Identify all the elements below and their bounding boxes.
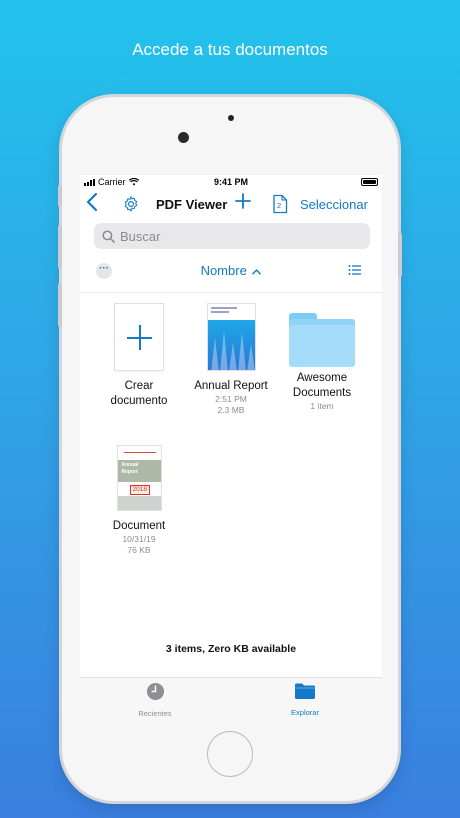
search-icon xyxy=(102,229,115,243)
item-name: Annual Report xyxy=(194,380,268,392)
storage-status: 3 items, Zero KB available xyxy=(165,643,297,655)
battery-icon xyxy=(361,178,378,186)
clock-icon xyxy=(146,682,164,701)
headline: Accede a tus documentos xyxy=(132,40,328,59)
file-item-annual-report[interactable]: Annual Report 2:51 PM 2.3 MB xyxy=(186,303,276,416)
earpiece xyxy=(228,115,234,121)
sort-bar: ··· Nombre xyxy=(80,249,382,293)
tabs-count: 2 xyxy=(277,201,282,210)
item-size: 76 KB xyxy=(127,545,151,555)
status-bar: Carrier 9:41 PM xyxy=(80,175,382,189)
file-grid: Crear documento Annual Report 2:51 PM 2.… xyxy=(80,293,382,653)
pdf-thumbnail: Annual Report 2018 xyxy=(116,445,162,511)
sort-label: Nombre xyxy=(200,263,247,278)
tab-bar: Recientes Explorar xyxy=(80,677,382,719)
mute-switch xyxy=(58,185,62,207)
list-view-icon[interactable] xyxy=(348,263,362,281)
sort-by-name-button[interactable]: Nombre xyxy=(80,263,382,278)
folder-icon xyxy=(295,683,315,699)
power-button xyxy=(398,233,402,277)
item-size: 2.3 MB xyxy=(217,405,245,415)
phone-frame: Carrier 9:41 PM PDF Viewer 2 Seleccionar… xyxy=(58,97,402,801)
app-screen: Carrier 9:41 PM PDF Viewer 2 Seleccionar… xyxy=(80,175,382,719)
item-time: 2:51 PM xyxy=(215,394,247,404)
volume-up-button xyxy=(58,225,62,269)
tab-recientes[interactable]: Recientes xyxy=(105,682,205,718)
search-input[interactable] xyxy=(120,228,360,244)
gear-icon[interactable] xyxy=(122,195,140,218)
item-count: 1 item xyxy=(310,401,334,411)
plus-icon[interactable] xyxy=(235,191,251,213)
create-document-item[interactable]: Crear documento xyxy=(94,303,184,409)
pdf-thumbnail xyxy=(206,303,256,371)
item-date: 10/31/19 xyxy=(122,534,156,544)
file-item-document[interactable]: Annual Report 2018 Document 10/31/19 76 … xyxy=(94,445,184,556)
tab-label: Recientes xyxy=(138,709,172,718)
status-time: 9:41 PM xyxy=(213,177,248,187)
folder-icon xyxy=(289,313,355,367)
create-document-thumbnail xyxy=(114,303,164,371)
front-camera xyxy=(178,132,189,143)
volume-down-button xyxy=(58,283,62,327)
item-name: Crear documento xyxy=(110,380,168,407)
folder-item-awesome-documents[interactable]: Awesome Documents 1 item xyxy=(277,303,367,412)
search-bar[interactable] xyxy=(94,223,370,249)
chevron-left-icon[interactable] xyxy=(86,192,98,216)
nav-bar: PDF Viewer 2 Seleccionar xyxy=(80,189,382,219)
item-name: Document xyxy=(112,520,166,532)
select-button[interactable]: Seleccionar xyxy=(300,197,368,212)
home-button[interactable] xyxy=(207,731,253,777)
page-title: PDF Viewer xyxy=(156,197,228,212)
tabs-button[interactable]: 2 xyxy=(272,194,288,219)
item-name: Awesome Documents xyxy=(292,372,352,399)
tab-explorar[interactable]: Explorar xyxy=(255,682,355,717)
chevron-up-icon xyxy=(252,269,262,275)
tab-label: Explorar xyxy=(291,708,319,717)
